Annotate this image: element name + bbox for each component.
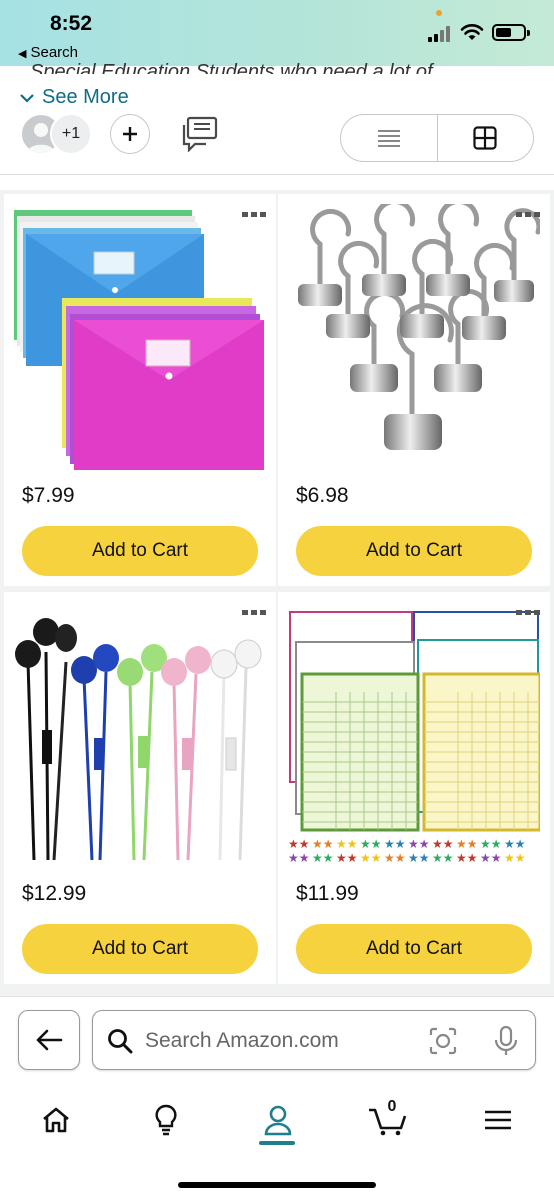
svg-text:★★: ★★ [504,851,526,865]
svg-text:★★: ★★ [288,837,310,851]
list-description-partial: Special Education Students who need a lo… [30,61,433,74]
svg-text:★★: ★★ [504,837,526,851]
battery-icon [492,24,530,41]
see-more-link[interactable]: See More [20,86,129,109]
grid-view-button[interactable] [436,115,534,161]
more-options-icon[interactable] [516,610,540,615]
svg-text:★★: ★★ [432,851,454,865]
status-time: 8:52 [50,12,93,35]
extra-collaborators-count: +1 [50,113,92,155]
svg-text:★★: ★★ [312,851,334,865]
svg-text:★★: ★★ [384,837,406,851]
add-to-cart-button[interactable]: Add to Cart [296,924,532,974]
svg-text:★★: ★★ [336,837,358,851]
search-input[interactable] [145,1025,415,1057]
svg-text:★★: ★★ [312,837,334,851]
hamburger-menu-icon [485,1110,511,1130]
svg-text:★★: ★★ [480,837,502,851]
product-image-envelope-folders[interactable] [14,204,266,472]
product-price: $11.99 [296,882,359,905]
plus-icon [123,127,137,141]
svg-text:★★: ★★ [480,851,502,865]
svg-text:★★: ★★ [360,837,382,851]
add-to-cart-button[interactable]: Add to Cart [22,526,258,576]
cellular-signal-icon [428,26,454,42]
product-card[interactable]: ★★ ★★ ★★ ★★ ★★ ★★ ★★ ★★ ★★ ★★ ★★ ★★ ★★ ★★ ★★ ★★ ★★… [278,592,550,984]
cart-count: 0 [387,1098,397,1115]
product-image-magnetic-hooks[interactable] [288,204,540,472]
product-image-earbuds[interactable] [14,602,266,870]
svg-text:★★: ★★ [456,837,478,851]
product-price: $12.99 [22,882,87,905]
product-image-record-charts[interactable]: ★★ ★★ ★★ ★★ ★★ ★★ ★★ ★★ ★★ ★★ ★★ ★★ ★★ ★★ ★★ ★★ ★★… [288,602,540,870]
active-tab-indicator [259,1141,295,1145]
more-options-icon[interactable] [242,212,266,217]
home-icon [43,1107,69,1133]
more-options-icon[interactable] [242,610,266,615]
home-indicator [178,1182,376,1188]
product-price: $7.99 [22,484,75,507]
section-divider [0,174,554,175]
nav-inspire[interactable] [136,1092,196,1148]
chevron-down-icon [20,93,34,103]
person-icon [264,1105,292,1136]
back-button[interactable] [18,1010,80,1070]
list-view-icon [377,130,400,147]
wifi-icon [460,24,484,40]
svg-text:★★: ★★ [360,851,382,865]
svg-text:★★: ★★ [408,851,430,865]
nav-menu[interactable] [468,1092,528,1148]
privacy-indicator-dot [436,10,442,16]
add-to-cart-button[interactable]: Add to Cart [296,526,532,576]
arrow-left-icon [36,1029,63,1051]
product-card[interactable]: $6.98 Add to Cart [278,194,550,586]
product-card[interactable]: $7.99 Add to Cart [4,194,276,586]
svg-text:★★: ★★ [432,837,454,851]
more-options-icon[interactable] [516,212,540,217]
product-price: $6.98 [296,484,349,507]
add-to-cart-button[interactable]: Add to Cart [22,924,258,974]
product-card[interactable]: $12.99 Add to Cart [4,592,276,984]
search-bar[interactable] [92,1010,536,1070]
back-triangle-icon: ◀ [18,48,27,60]
svg-text:★★: ★★ [288,851,310,865]
search-icon [108,1029,133,1054]
list-view-button[interactable] [341,115,437,161]
camera-scan-icon[interactable] [429,1027,457,1055]
svg-text:★★: ★★ [408,837,430,851]
svg-text:★★: ★★ [384,851,406,865]
see-more-label: See More [42,86,129,108]
grid-view-icon [473,126,497,150]
svg-text:★★: ★★ [336,851,358,865]
nav-home[interactable] [26,1092,86,1148]
collaborators-avatars[interactable]: +1 [20,113,94,155]
nav-account[interactable] [248,1092,308,1148]
comments-icon[interactable] [180,116,218,152]
microphone-icon[interactable] [493,1025,519,1057]
svg-text:★★: ★★ [456,851,478,865]
add-collaborator-button[interactable] [110,114,150,154]
lightbulb-icon [155,1104,177,1136]
view-toggle[interactable] [340,114,534,162]
